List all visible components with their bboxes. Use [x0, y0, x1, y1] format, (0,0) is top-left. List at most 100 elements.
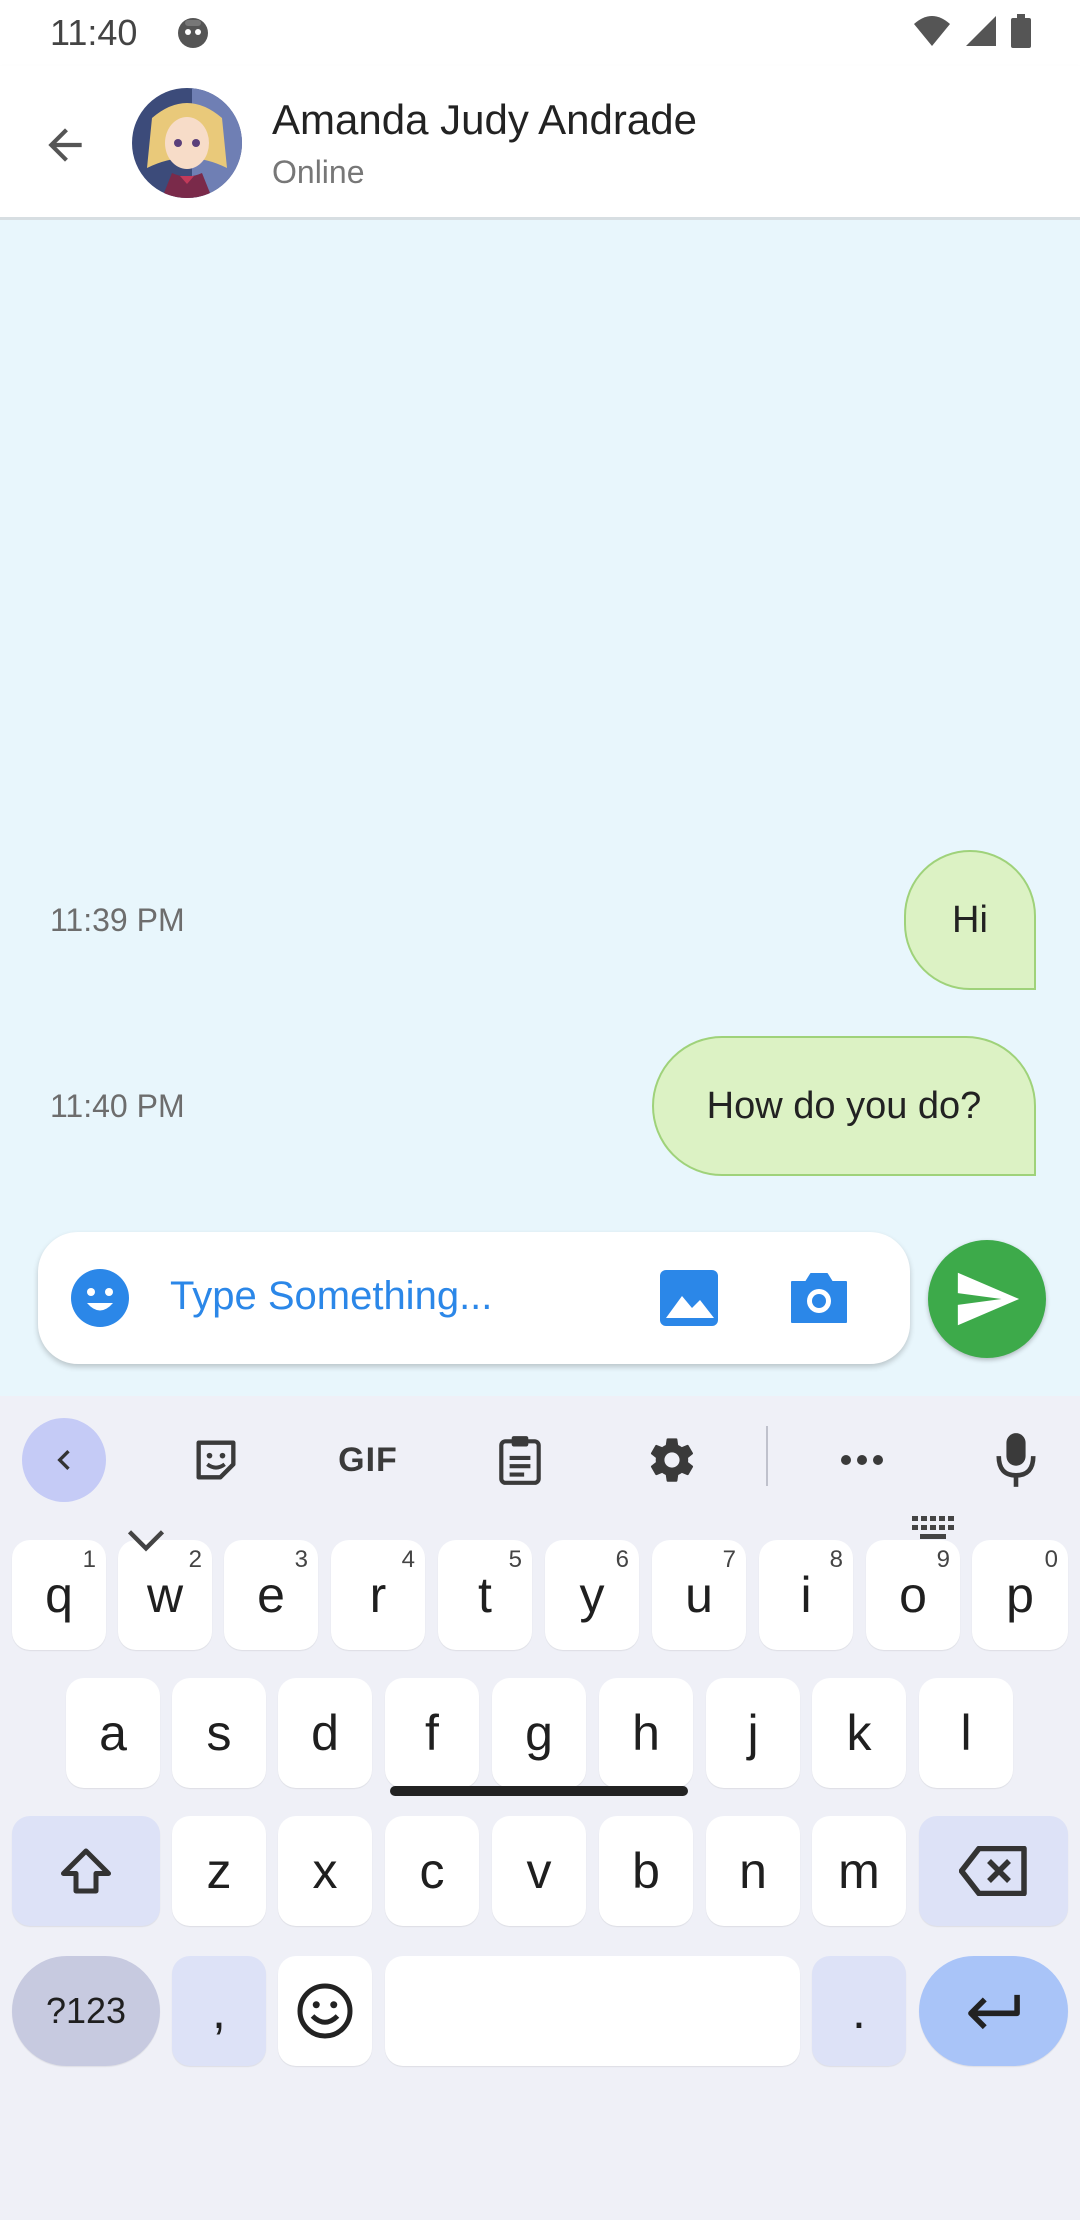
- arrow-back-icon: [48, 128, 82, 162]
- key-label: z: [206, 1843, 232, 1899]
- more-horizontal-icon: [841, 1455, 883, 1465]
- key-hint: 1: [82, 1546, 96, 1573]
- gif-button[interactable]: GIF: [326, 1418, 410, 1502]
- key-label: .: [852, 1983, 866, 2039]
- key-label: c: [419, 1843, 445, 1899]
- symbols-key[interactable]: ?123: [12, 1956, 160, 2066]
- key-hint: 0: [1044, 1546, 1058, 1573]
- key-p[interactable]: p0: [972, 1540, 1068, 1650]
- key-h[interactable]: h: [599, 1678, 693, 1788]
- camera-icon[interactable]: [788, 1268, 850, 1328]
- status-time: 11:40: [50, 12, 138, 53]
- key-r[interactable]: r4: [331, 1540, 425, 1650]
- back-button[interactable]: [30, 110, 100, 180]
- keyboard-toolbar: GIF: [0, 1396, 1080, 1516]
- settings-button[interactable]: [630, 1418, 714, 1502]
- backspace-key[interactable]: [919, 1816, 1068, 1926]
- key-label: b: [632, 1843, 660, 1899]
- sticker-button[interactable]: [174, 1418, 258, 1502]
- key-label: f: [425, 1705, 439, 1761]
- emoji-icon: [297, 1983, 353, 2039]
- image-gallery-icon[interactable]: [658, 1268, 720, 1328]
- key-v[interactable]: v: [492, 1816, 586, 1926]
- keyboard-collapse-button[interactable]: [22, 1418, 106, 1502]
- notification-app-icon: [178, 18, 208, 48]
- key-label: n: [739, 1843, 767, 1899]
- contact-name: Amanda Judy Andrade: [272, 96, 697, 143]
- message-time: 11:40 PM: [50, 1088, 185, 1124]
- key-u[interactable]: u7: [652, 1540, 746, 1650]
- key-label: p: [1006, 1567, 1034, 1623]
- key-d[interactable]: d: [278, 1678, 372, 1788]
- key-label: k: [846, 1705, 872, 1761]
- key-a[interactable]: a: [66, 1678, 160, 1788]
- key-label: o: [899, 1567, 927, 1623]
- key-label: w: [146, 1567, 184, 1623]
- shift-key[interactable]: [12, 1816, 160, 1926]
- toolbar-divider: [766, 1426, 768, 1486]
- key-label: a: [99, 1705, 127, 1761]
- key-s[interactable]: s: [172, 1678, 266, 1788]
- clipboard-icon: [499, 1436, 541, 1485]
- chevron-left-icon: [57, 1450, 70, 1470]
- home-indicator[interactable]: [390, 1786, 688, 1796]
- key-label: d: [311, 1705, 339, 1761]
- chevron-down-icon[interactable]: [124, 1526, 168, 1556]
- key-hint: 4: [401, 1546, 415, 1573]
- key-k[interactable]: k: [812, 1678, 906, 1788]
- key-t[interactable]: t5: [438, 1540, 532, 1650]
- key-label: ,: [212, 1983, 226, 2039]
- enter-icon: [967, 1994, 1020, 2030]
- key-label: q: [45, 1567, 73, 1623]
- key-label: x: [312, 1843, 338, 1899]
- enter-key[interactable]: [919, 1956, 1068, 2066]
- shift-icon: [61, 1848, 111, 1894]
- backspace-icon: [958, 1846, 1027, 1896]
- period-key[interactable]: .: [812, 1956, 906, 2066]
- emoji-icon[interactable]: [70, 1268, 130, 1328]
- key-c[interactable]: c: [385, 1816, 479, 1926]
- key-e[interactable]: e3: [224, 1540, 318, 1650]
- key-n[interactable]: n: [706, 1816, 800, 1926]
- message-input[interactable]: Type Something...: [170, 1274, 492, 1319]
- key-w[interactable]: w2: [118, 1540, 212, 1650]
- key-z[interactable]: z: [172, 1816, 266, 1926]
- gif-label: GIF: [338, 1440, 398, 1479]
- key-l[interactable]: l: [919, 1678, 1013, 1788]
- battery-icon: [1011, 14, 1031, 48]
- key-m[interactable]: m: [812, 1816, 906, 1926]
- key-f[interactable]: f: [385, 1678, 479, 1788]
- key-b[interactable]: b: [599, 1816, 693, 1926]
- message-bubble[interactable]: Hi: [904, 850, 1036, 990]
- send-button[interactable]: [928, 1240, 1046, 1358]
- key-o[interactable]: o9: [866, 1540, 960, 1650]
- comma-key[interactable]: ,: [172, 1956, 266, 2066]
- key-hint: 8: [829, 1546, 843, 1573]
- key-label: h: [632, 1705, 660, 1761]
- key-label: j: [747, 1705, 759, 1761]
- key-x[interactable]: x: [278, 1816, 372, 1926]
- wifi-icon: [914, 16, 950, 46]
- key-label: t: [478, 1567, 492, 1623]
- contact-avatar[interactable]: [132, 88, 242, 198]
- keyboard-switch-icon[interactable]: [910, 1514, 958, 1548]
- key-label: e: [257, 1567, 285, 1623]
- key-j[interactable]: j: [706, 1678, 800, 1788]
- more-options-button[interactable]: [820, 1418, 904, 1502]
- key-label: g: [525, 1705, 553, 1761]
- space-key[interactable]: [385, 1956, 800, 2066]
- voice-input-button[interactable]: [974, 1418, 1058, 1502]
- sticker-icon: [196, 1440, 236, 1480]
- key-label: l: [960, 1705, 972, 1761]
- key-g[interactable]: g: [492, 1678, 586, 1788]
- emoji-key[interactable]: [278, 1956, 372, 2066]
- clipboard-button[interactable]: [478, 1418, 562, 1502]
- key-q[interactable]: q1: [12, 1540, 106, 1650]
- key-label: m: [838, 1843, 880, 1899]
- key-hint: 6: [615, 1546, 629, 1573]
- chat-area[interactable]: 11:39 PM Hi 11:40 PM How do you do?: [0, 220, 1080, 1396]
- key-i[interactable]: i8: [759, 1540, 853, 1650]
- contact-status: Online: [272, 154, 365, 190]
- message-bubble[interactable]: How do you do?: [652, 1036, 1036, 1176]
- key-y[interactable]: y6: [545, 1540, 639, 1650]
